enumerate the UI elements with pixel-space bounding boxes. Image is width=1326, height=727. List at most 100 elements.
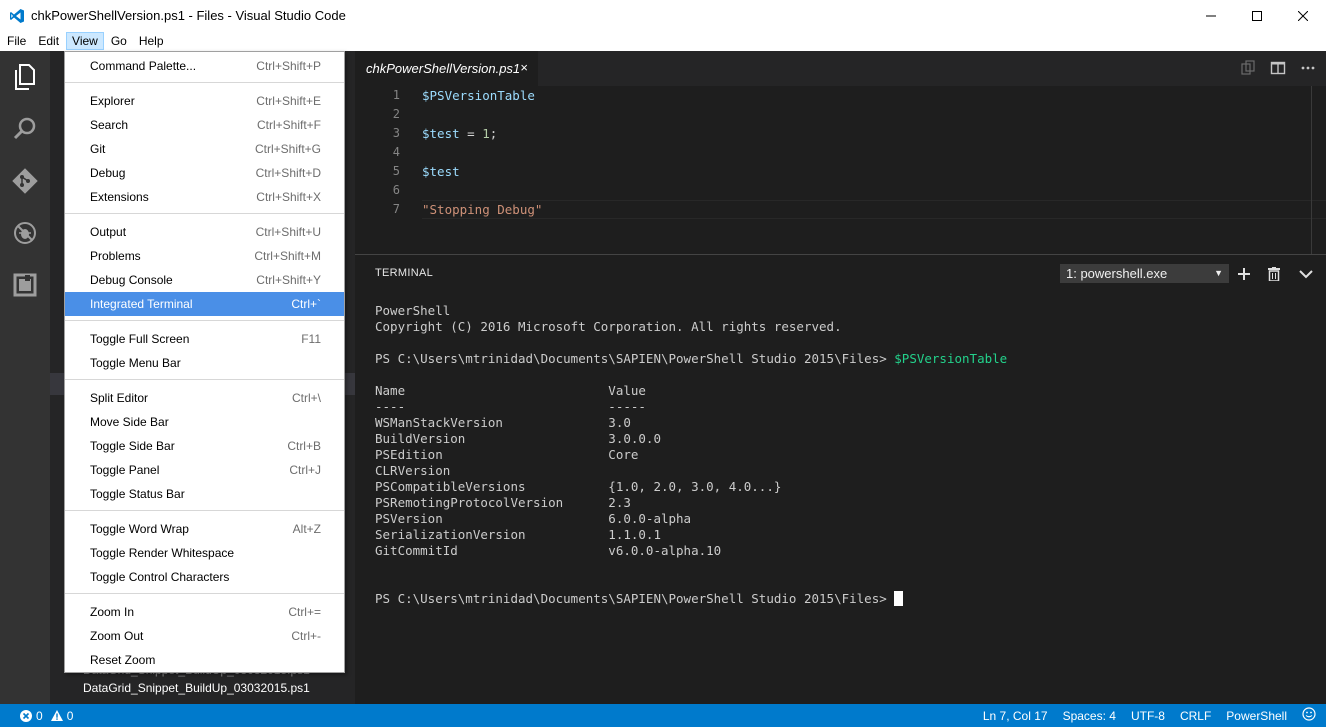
menu-item-label: Debug	[90, 166, 126, 180]
language-mode[interactable]: PowerShell	[1226, 709, 1287, 723]
encoding[interactable]: UTF-8	[1131, 709, 1165, 723]
table-row: PSEdition Core	[375, 447, 639, 462]
menu-item-problems[interactable]: Problems Ctrl+Shift+M	[65, 244, 344, 268]
line-number: 4	[392, 145, 400, 159]
activity-bar	[0, 51, 50, 704]
menu-item-label: Extensions	[90, 190, 149, 204]
indentation[interactable]: Spaces: 4	[1063, 709, 1116, 723]
maximize-button[interactable]	[1234, 0, 1280, 31]
menu-item-move-side-bar[interactable]: Move Side Bar	[65, 410, 344, 434]
menu-item-shortcut: Ctrl+Shift+M	[254, 249, 321, 263]
code-line[interactable]: $test = 1;	[422, 126, 497, 141]
menu-item-shortcut: Ctrl+Shift+G	[254, 142, 321, 156]
menu-item-toggle-menu-bar[interactable]: Toggle Menu Bar	[65, 351, 344, 375]
menu-item-label: Zoom In	[90, 605, 135, 619]
table-row: PSVersion 6.0.0-alpha	[375, 511, 692, 526]
menu-item-explorer[interactable]: Explorer Ctrl+Shift+E	[65, 89, 344, 113]
feedback-button[interactable]	[1302, 707, 1316, 724]
error-icon	[20, 709, 32, 722]
menu-help[interactable]: Help	[134, 32, 169, 50]
menu-separator	[65, 593, 344, 594]
activity-git[interactable]	[0, 155, 50, 207]
menu-item-label: Toggle Status Bar	[90, 487, 185, 501]
code-editor[interactable]: 1 $PSVersionTable 2 3 $test = 1; 4 5 $te…	[355, 86, 1326, 254]
line-number: 1	[392, 88, 400, 102]
table-row: ---- -----	[375, 399, 646, 414]
menu-item-split-editor[interactable]: Split Editor Ctrl+\	[65, 386, 344, 410]
menu-item-shortcut: Ctrl+Shift+D	[255, 166, 321, 180]
menu-item-label: Toggle Render Whitespace	[90, 546, 235, 560]
split-editor-button[interactable]	[1270, 60, 1286, 76]
menu-item-debug[interactable]: Debug Ctrl+Shift+D	[65, 161, 344, 185]
error-count: 0	[36, 708, 43, 723]
menu-item-toggle-panel[interactable]: Toggle Panel Ctrl+J	[65, 458, 344, 482]
panel-title[interactable]: TERMINAL	[375, 267, 433, 279]
terminal-output[interactable]: PowerShell Copyright (C) 2016 Microsoft …	[375, 303, 1007, 607]
menu-item-command-palette[interactable]: Command Palette... Ctrl+Shift+P	[65, 54, 344, 78]
kill-terminal-button[interactable]	[1266, 264, 1282, 283]
menu-item-extensions[interactable]: Extensions Ctrl+Shift+X	[65, 185, 344, 209]
problems-status[interactable]: 0 0	[20, 709, 73, 723]
menu-item-shortcut: Ctrl+B	[287, 439, 321, 453]
menu-item-toggle-word-wrap[interactable]: Toggle Word Wrap Alt+Z	[65, 517, 344, 541]
menu-item-reset-zoom[interactable]: Reset Zoom	[65, 648, 344, 672]
smiley-icon	[1302, 707, 1316, 721]
terminal-cursor	[894, 591, 904, 606]
open-changes-button[interactable]	[1240, 60, 1256, 76]
terminal-panel: TERMINAL 1: powershell.exe ▼ PowerShell …	[355, 254, 1326, 704]
menu-edit[interactable]: Edit	[33, 32, 64, 50]
extensions-icon	[13, 273, 37, 297]
current-line-highlight	[422, 200, 1326, 219]
activity-extensions[interactable]	[0, 259, 50, 311]
menu-item-shortcut: F11	[301, 332, 321, 346]
menu-item-toggle-control-characters[interactable]: Toggle Control Characters	[65, 565, 344, 589]
more-actions-button[interactable]	[1300, 60, 1316, 76]
collapse-panel-button[interactable]	[1298, 264, 1314, 283]
menu-item-toggle-side-bar[interactable]: Toggle Side Bar Ctrl+B	[65, 434, 344, 458]
menu-separator	[65, 82, 344, 83]
menu-go[interactable]: Go	[106, 32, 132, 50]
table-row: SerializationVersion 1.1.0.1	[375, 527, 661, 542]
sidebar-file-datagrid[interactable]: DataGrid_Snippet_BuildUp_03032015.ps1	[83, 681, 310, 695]
explorer-icon	[15, 64, 35, 90]
code-line[interactable]: $PSVersionTable	[422, 88, 535, 103]
activity-search[interactable]	[0, 103, 50, 155]
tab-chkpowershellversion[interactable]: chkPowerShellVersion.ps1 ×	[355, 51, 538, 86]
menu-item-output[interactable]: Output Ctrl+Shift+U	[65, 220, 344, 244]
search-icon	[13, 117, 36, 140]
activity-explorer[interactable]	[0, 51, 50, 103]
cursor-position[interactable]: Ln 7, Col 17	[983, 709, 1048, 723]
minimize-button[interactable]	[1188, 0, 1234, 31]
split-editor-icon	[1270, 61, 1286, 75]
menu-item-toggle-render-whitespace[interactable]: Toggle Render Whitespace	[65, 541, 344, 565]
activity-debug[interactable]	[0, 207, 50, 259]
menu-item-shortcut: Ctrl+Shift+U	[255, 225, 321, 239]
close-window-button[interactable]	[1280, 0, 1326, 31]
menu-item-debug-console[interactable]: Debug Console Ctrl+Shift+Y	[65, 268, 344, 292]
code-line[interactable]: $test	[422, 164, 460, 179]
menu-item-search[interactable]: Search Ctrl+Shift+F	[65, 113, 344, 137]
code-line[interactable]: "Stopping Debug"	[422, 202, 542, 217]
menu-file[interactable]: File	[2, 32, 31, 50]
editor-tab-bar: chkPowerShellVersion.ps1 ×	[355, 51, 1326, 86]
menu-item-zoom-out[interactable]: Zoom Out Ctrl+-	[65, 624, 344, 648]
close-icon[interactable]: ×	[520, 60, 528, 75]
table-row: Name Value	[375, 383, 646, 398]
menu-item-toggle-status-bar[interactable]: Toggle Status Bar	[65, 482, 344, 506]
menu-item-integrated-terminal[interactable]: Integrated Terminal Ctrl+`	[65, 292, 344, 316]
menu-view[interactable]: View	[66, 32, 104, 50]
menu-item-shortcut: Ctrl+Shift+P	[256, 59, 321, 73]
menu-item-zoom-in[interactable]: Zoom In Ctrl+=	[65, 600, 344, 624]
menu-item-label: Output	[90, 225, 127, 239]
menu-item-toggle-full-screen[interactable]: Toggle Full Screen F11	[65, 327, 344, 351]
menu-item-label: Debug Console	[90, 273, 173, 287]
menu-item-label: Toggle Side Bar	[90, 439, 175, 453]
line-number: 2	[392, 107, 400, 121]
terminal-select[interactable]: 1: powershell.exe ▼	[1060, 264, 1229, 283]
new-terminal-button[interactable]	[1236, 264, 1252, 283]
end-of-line[interactable]: CRLF	[1180, 709, 1211, 723]
warning-icon	[50, 709, 63, 721]
menu-item-label: Problems	[90, 249, 141, 263]
menu-item-git[interactable]: Git Ctrl+Shift+G	[65, 137, 344, 161]
table-row: PSRemotingProtocolVersion 2.3	[375, 495, 631, 510]
